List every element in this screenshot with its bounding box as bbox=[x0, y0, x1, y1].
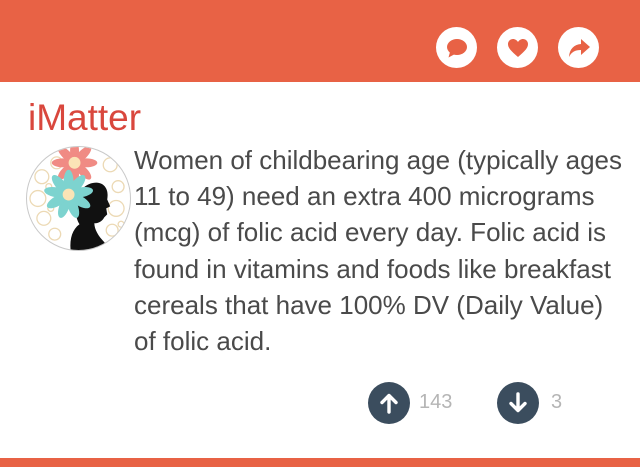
downvote-button[interactable] bbox=[497, 382, 539, 424]
arrow-up-icon bbox=[380, 393, 398, 414]
top-header-bar bbox=[0, 0, 640, 82]
upvote-button[interactable] bbox=[368, 382, 410, 424]
avatar bbox=[26, 146, 131, 251]
like-button[interactable] bbox=[497, 27, 538, 68]
comment-icon bbox=[446, 38, 467, 57]
floral-woman-silhouette-avatar-icon bbox=[29, 147, 125, 250]
heart-icon bbox=[507, 38, 528, 57]
comment-button[interactable] bbox=[436, 27, 477, 68]
post-message: Women of childbearing age (typically age… bbox=[134, 145, 623, 357]
upvote-count: 143 bbox=[419, 391, 453, 413]
app-title: iMatter bbox=[28, 97, 142, 138]
share-arrow-icon bbox=[568, 38, 590, 57]
share-button[interactable] bbox=[558, 27, 599, 68]
arrow-down-icon bbox=[509, 392, 527, 413]
bottom-bar bbox=[0, 458, 640, 467]
downvote-count: 3 bbox=[551, 391, 563, 413]
